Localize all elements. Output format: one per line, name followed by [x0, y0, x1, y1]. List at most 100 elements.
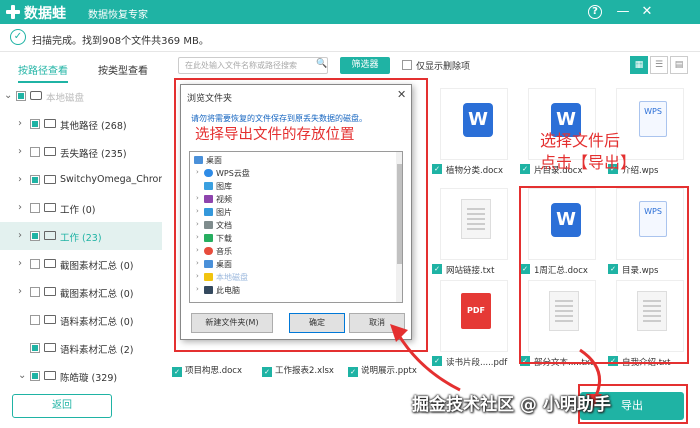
tree-checkbox[interactable] [30, 119, 40, 129]
folder-node-label: 音乐 [216, 247, 232, 256]
folder-node-label: 桌面 [206, 156, 222, 165]
chevron-right-icon[interactable]: › [196, 168, 199, 176]
tree-item[interactable]: › 截图素材汇总 (0) [0, 278, 162, 306]
tree-checkbox[interactable] [30, 175, 40, 185]
file-card[interactable]: ✓ 网站链接.txt [432, 188, 516, 280]
tree-checkbox[interactable] [30, 203, 40, 213]
chevron-right-icon[interactable]: › [196, 246, 199, 254]
file-row-item[interactable]: ✓ 项目构思.docx [172, 364, 242, 377]
tree-item[interactable]: › 截图素材汇总 (0) [0, 250, 162, 278]
chevron-right-icon[interactable]: › [196, 194, 199, 202]
view-tabs: 按路径查看 按类型查看 [0, 56, 166, 83]
tree-checkbox[interactable] [30, 371, 40, 381]
file-checkbox[interactable]: ✓ [262, 367, 272, 377]
dialog-close-icon[interactable]: ✕ [397, 88, 406, 101]
file-card[interactable]: W ✓ 植物分类.docx [432, 88, 516, 180]
tree-item[interactable]: ⌄ 陈皓璇 (329) [0, 362, 162, 386]
tree-checkbox[interactable] [30, 315, 40, 325]
folder-node[interactable]: › 文档 [190, 219, 390, 232]
filter-button[interactable]: 筛选器 [340, 57, 390, 74]
tree-item[interactable]: 语料素材汇总 (0) [0, 306, 162, 334]
tree-item-selected[interactable]: › 工作 (23) [0, 222, 162, 250]
chevron-right-icon[interactable]: › [18, 174, 22, 185]
new-folder-button[interactable]: 新建文件夹(M) [191, 313, 273, 333]
tree-item-label: 工作 (23) [60, 233, 102, 244]
search-icon[interactable]: 🔍 [316, 59, 327, 69]
chevron-right-icon[interactable]: › [196, 259, 199, 267]
folder-node[interactable]: › 本地磁盘 [190, 271, 390, 284]
folder-node[interactable]: › 此电脑 [190, 284, 390, 297]
folder-node[interactable]: › 视频 [190, 193, 390, 206]
close-icon[interactable]: ✕ [638, 3, 656, 21]
tree-item[interactable]: › 丢失路径 (235) [0, 138, 162, 166]
file-checkbox[interactable]: ✓ [172, 367, 182, 377]
chevron-right-icon[interactable]: › [196, 233, 199, 241]
arrow-head-icon [390, 324, 408, 342]
tree-checkbox[interactable] [30, 343, 40, 353]
tab-by-type[interactable]: 按类型查看 [98, 60, 148, 79]
folder-node[interactable]: › 图片 [190, 206, 390, 219]
annotation-select-then-export: 选择文件后 点击【导出】 [540, 131, 637, 172]
chevron-right-icon[interactable]: › [196, 272, 199, 280]
folder-node[interactable]: 桌面 [190, 154, 390, 167]
tree-item[interactable]: › 工作 (0) [0, 194, 162, 222]
dialog-scrollbar-thumb[interactable] [397, 164, 402, 264]
file-checkbox[interactable]: ✓ [432, 264, 442, 274]
chevron-right-icon[interactable]: › [18, 258, 22, 269]
folder-icon [44, 371, 56, 380]
search-input[interactable]: 在此处输入文件名称或路径搜索 [178, 57, 328, 74]
file-name: 项目构思.docx [185, 366, 243, 376]
folder-node[interactable]: › 下载 [190, 232, 390, 245]
chevron-down-icon[interactable]: ⌄ [4, 90, 12, 101]
file-thumbnail: W [440, 88, 508, 160]
tree-item-label: 丢失路径 (235) [60, 149, 127, 160]
ok-button[interactable]: 确定 [289, 313, 345, 333]
deleted-only-checkbox[interactable] [402, 60, 412, 70]
tree-checkbox[interactable] [16, 91, 26, 101]
file-checkbox[interactable]: ✓ [348, 367, 358, 377]
grid-view-icon[interactable]: ▦ [630, 56, 648, 74]
tree-checkbox[interactable] [30, 259, 40, 269]
detail-view-icon[interactable]: ▤ [670, 56, 688, 74]
folder-node-label: 文档 [216, 221, 232, 230]
tree-checkbox[interactable] [30, 231, 40, 241]
help-icon[interactable]: ? [588, 5, 602, 19]
chevron-right-icon[interactable]: › [196, 207, 199, 215]
tree-item[interactable]: › 其他路径 (268) [0, 110, 162, 138]
documents-icon [204, 221, 213, 229]
drive-icon [30, 91, 42, 100]
folder-browser-tree: 桌面 › WPS云盘 图库 › 视频 › 图片 › 文档 › 下载 › 音乐 › 桌面 › 本地… [189, 151, 403, 303]
watermark-text: 掘金技术社区 @ 小明助手 [412, 395, 611, 415]
app-subtitle: 数据恢复专家 [88, 10, 148, 21]
chevron-right-icon[interactable]: › [18, 202, 22, 213]
chevron-right-icon[interactable]: › [18, 286, 22, 297]
file-checkbox[interactable]: ✓ [432, 164, 442, 174]
folder-node[interactable]: › WPS云盘 [190, 167, 390, 180]
tree-item[interactable]: › SwitchyOmega_Chromium [0, 166, 162, 194]
tree-checkbox[interactable] [30, 147, 40, 157]
desktop-icon [194, 156, 203, 164]
tree-root[interactable]: ⌄ 本地磁盘 [0, 82, 162, 110]
minimize-icon[interactable]: — [614, 3, 632, 21]
file-row-item[interactable]: ✓ 工作报表2.xlsx [262, 364, 334, 377]
tree-item[interactable]: 语料素材汇总 (2) [0, 334, 162, 362]
list-view-icon[interactable]: ☰ [650, 56, 668, 74]
chevron-right-icon[interactable]: › [18, 118, 22, 129]
app-title: 数据蛙 [24, 6, 66, 22]
folder-node[interactable]: › 桌面 [190, 258, 390, 271]
tree-checkbox[interactable] [30, 287, 40, 297]
tree-item-label: 本地磁盘 [46, 93, 85, 104]
folder-node[interactable]: 图库 [190, 180, 390, 193]
back-button[interactable]: 返回 [12, 394, 112, 418]
file-thumbnail [440, 188, 508, 260]
folder-icon [44, 147, 56, 156]
tab-by-path[interactable]: 按路径查看 [18, 60, 68, 83]
chevron-right-icon[interactable]: › [196, 220, 199, 228]
file-checkbox[interactable]: ✓ [520, 164, 530, 174]
chevron-right-icon[interactable]: › [18, 146, 22, 157]
folder-node[interactable]: › 音乐 [190, 245, 390, 258]
folder-node-label: 图库 [216, 182, 232, 191]
chevron-down-icon[interactable]: ⌄ [18, 370, 26, 381]
chevron-right-icon[interactable]: › [18, 230, 22, 241]
chevron-right-icon[interactable]: › [196, 285, 199, 293]
